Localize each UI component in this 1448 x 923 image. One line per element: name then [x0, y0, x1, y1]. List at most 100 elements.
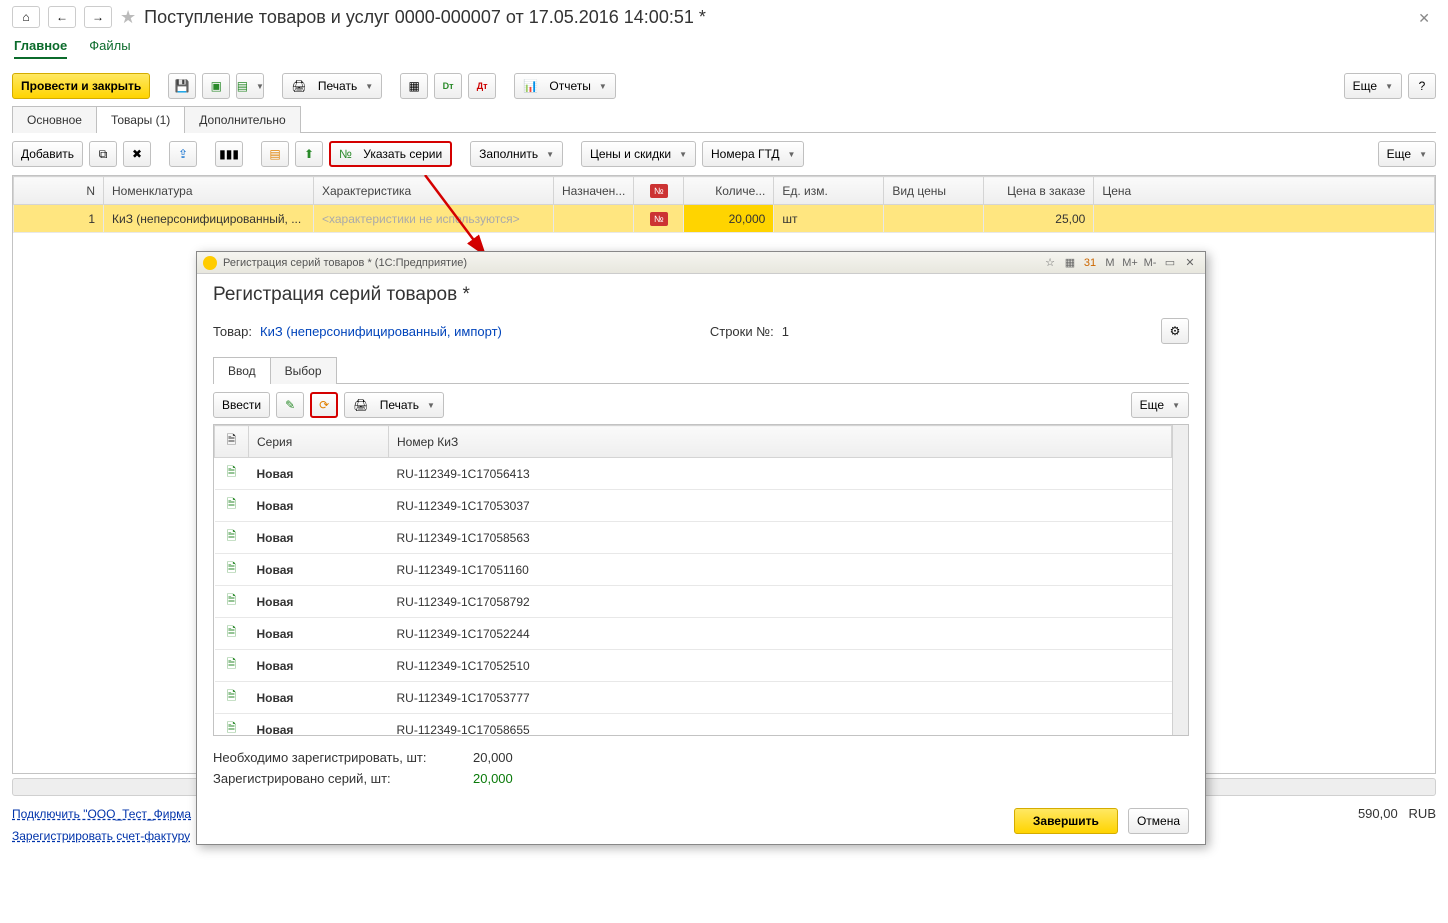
dt-button[interactable]: Dт	[434, 73, 462, 99]
cell-series[interactable]: Новая	[249, 650, 389, 682]
cell-kiz[interactable]: RU-112349-1С17058792	[389, 586, 1172, 618]
post-and-close-button[interactable]: Провести и закрыть	[12, 73, 150, 99]
cell-unit[interactable]: шт	[774, 205, 884, 233]
series-row[interactable]: 🗎 Новая RU-112349-1С17058792	[215, 586, 1172, 618]
cell-kiz[interactable]: RU-112349-1С17053037	[389, 490, 1172, 522]
series-row[interactable]: 🗎 Новая RU-112349-1С17053037	[215, 490, 1172, 522]
close-icon[interactable]: ✕	[1418, 10, 1430, 27]
calc-icon[interactable]: ▦	[1061, 255, 1079, 271]
cell-kiz[interactable]: RU-112349-1С17052244	[389, 618, 1172, 650]
reports-button[interactable]: 📊 Отчеты▼	[514, 73, 616, 99]
prices-button[interactable]: Цены и скидки▼	[581, 141, 696, 167]
mminus-label[interactable]: M-	[1141, 255, 1159, 271]
gtd-button[interactable]: Номера ГТД▼	[702, 141, 804, 167]
col-price[interactable]: Цена	[1094, 177, 1435, 205]
forward-button[interactable]: →	[84, 6, 112, 28]
import-button[interactable]: ⬆	[295, 141, 323, 167]
table-more-button[interactable]: Еще▼	[1378, 141, 1436, 167]
cell-series[interactable]: Новая	[249, 522, 389, 554]
cell-series[interactable]: Новая	[249, 682, 389, 714]
table-row[interactable]: 1 КиЗ (неперсонифицированный, ... <харак…	[14, 205, 1435, 233]
series-row[interactable]: 🗎 Новая RU-112349-1С17053777	[215, 682, 1172, 714]
col-series[interactable]: Серия	[249, 426, 389, 458]
col-qty[interactable]: Количе...	[684, 177, 774, 205]
series-row[interactable]: 🗎 Новая RU-112349-1С17052244	[215, 618, 1172, 650]
close-dialog-icon[interactable]: ✕	[1181, 255, 1199, 271]
base-on-button[interactable]: ▤▼	[236, 73, 264, 99]
fav-icon[interactable]: ☆	[1041, 255, 1059, 271]
m-label[interactable]: M	[1101, 255, 1119, 271]
specify-series-button[interactable]: № Указать серии	[329, 141, 452, 167]
share-button[interactable]: ⇪	[169, 141, 197, 167]
save-button[interactable]: 💾	[168, 73, 196, 99]
subtab-extra[interactable]: Дополнительно	[184, 106, 300, 133]
post-button[interactable]: ▣	[202, 73, 230, 99]
cal-icon[interactable]: 31	[1081, 255, 1099, 271]
help-button[interactable]: ?	[1408, 73, 1436, 99]
cell-kiz[interactable]: RU-112349-1С17051160	[389, 554, 1172, 586]
mplus-label[interactable]: M+	[1121, 255, 1139, 271]
subtab-basic[interactable]: Основное	[12, 106, 97, 133]
add-row-button[interactable]: Добавить	[12, 141, 83, 167]
series-row[interactable]: 🗎 Новая RU-112349-1С17051160	[215, 554, 1172, 586]
tovar-link[interactable]: КиЗ (неперсонифицированный, импорт)	[260, 324, 502, 339]
enter-button[interactable]: Ввести	[213, 392, 270, 418]
more-button[interactable]: Еще▼	[1344, 73, 1402, 99]
cell-series[interactable]: Новая	[249, 490, 389, 522]
col-assign[interactable]: Назначен...	[554, 177, 634, 205]
copy-row-button[interactable]: ⧉	[89, 141, 117, 167]
print-button[interactable]: 🖨 Печать▼	[282, 73, 382, 99]
series-row[interactable]: 🗎 Новая RU-112349-1С17058563	[215, 522, 1172, 554]
cell-qty[interactable]: 20,000	[684, 205, 774, 233]
subtab-goods[interactable]: Товары (1)	[96, 106, 185, 133]
tab-main[interactable]: Главное	[14, 34, 67, 59]
cell-kiz[interactable]: RU-112349-1С17058563	[389, 522, 1172, 554]
col-nomen[interactable]: Номенклатура	[104, 177, 314, 205]
list-button[interactable]: ▤	[261, 141, 289, 167]
back-button[interactable]: ←	[48, 6, 76, 28]
dlg-tab-select[interactable]: Выбор	[270, 357, 337, 384]
goods-table[interactable]: N Номенклатура Характеристика Назначен..…	[13, 176, 1435, 233]
home-button[interactable]: ⌂	[12, 6, 40, 28]
dlg-more-button[interactable]: Еще▼	[1131, 392, 1189, 418]
cell-series[interactable]: Новая	[249, 714, 389, 737]
cell-series[interactable]: Новая	[249, 618, 389, 650]
cell-priceorder[interactable]: 25,00	[984, 205, 1094, 233]
cell-series[interactable]: Новая	[249, 586, 389, 618]
edit-series-button[interactable]: ✎	[276, 392, 304, 418]
connect-edo-link[interactable]: Подключить "ООО_Тест_Фирма	[12, 807, 191, 821]
col-no[interactable]: №	[634, 177, 684, 205]
vertical-scrollbar[interactable]	[1172, 425, 1188, 735]
dlg-tab-input[interactable]: Ввод	[213, 357, 271, 384]
cell-kiz[interactable]: RU-112349-1С17053777	[389, 682, 1172, 714]
series-table[interactable]: 🗎 Серия Номер КиЗ 🗎 Новая RU-112349-1С17…	[214, 425, 1172, 736]
cell-kiz[interactable]: RU-112349-1С17058655	[389, 714, 1172, 737]
col-char[interactable]: Характеристика	[314, 177, 554, 205]
col-unit[interactable]: Ед. изм.	[774, 177, 884, 205]
cell-pricetype[interactable]	[884, 205, 984, 233]
kt-button[interactable]: Дт	[468, 73, 496, 99]
series-row[interactable]: 🗎 Новая RU-112349-1С17058655	[215, 714, 1172, 737]
min-icon[interactable]: ▭	[1161, 255, 1179, 271]
cell-n[interactable]: 1	[14, 205, 104, 233]
star-icon[interactable]: ★	[120, 7, 136, 28]
structure-button[interactable]: ▦	[400, 73, 428, 99]
tab-files[interactable]: Файлы	[89, 34, 130, 59]
cell-assign[interactable]	[554, 205, 634, 233]
fill-button[interactable]: Заполнить▼	[470, 141, 563, 167]
col-icon[interactable]: 🗎	[215, 426, 249, 458]
cell-price[interactable]	[1094, 205, 1435, 233]
cell-no[interactable]: №	[634, 205, 684, 233]
col-pricetype[interactable]: Вид цены	[884, 177, 984, 205]
cell-kiz[interactable]: RU-112349-1С17052510	[389, 650, 1172, 682]
generate-series-button[interactable]: ⟳	[310, 392, 338, 418]
cell-kiz[interactable]: RU-112349-1С17056413	[389, 458, 1172, 490]
cancel-button[interactable]: Отмена	[1128, 808, 1189, 834]
register-invoice-link[interactable]: Зарегистрировать счет-фактуру	[12, 829, 190, 843]
delete-row-button[interactable]: ✖	[123, 141, 151, 167]
cell-series[interactable]: Новая	[249, 458, 389, 490]
series-row[interactable]: 🗎 Новая RU-112349-1С17052510	[215, 650, 1172, 682]
dialog-settings-button[interactable]: ⚙	[1161, 318, 1189, 344]
cell-char[interactable]: <характеристики не используются>	[314, 205, 554, 233]
col-priceorder[interactable]: Цена в заказе	[984, 177, 1094, 205]
